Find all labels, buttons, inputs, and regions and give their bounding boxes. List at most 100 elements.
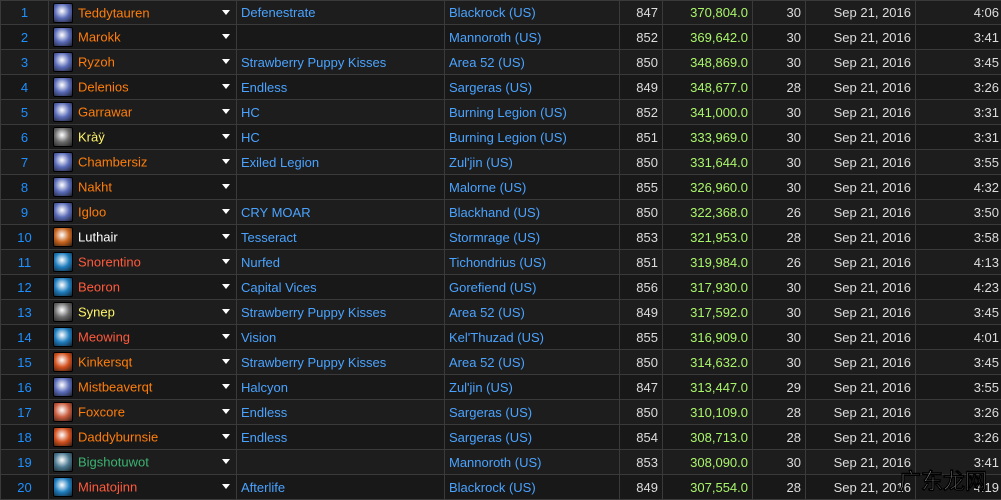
character-name-link[interactable]: Beoron	[78, 280, 120, 295]
chevron-down-icon[interactable]	[222, 59, 230, 64]
character-name-link[interactable]: Marokk	[78, 30, 121, 45]
guild-link[interactable]: Tesseract	[236, 224, 445, 250]
score-value: 319,984.0	[662, 249, 753, 275]
chevron-down-icon[interactable]	[222, 359, 230, 364]
character-name-link[interactable]: Luthair	[78, 230, 118, 245]
chevron-down-icon[interactable]	[222, 209, 230, 214]
level-value: 28	[752, 399, 806, 425]
guild-link[interactable]: Defenestrate	[236, 0, 445, 25]
character-name-link[interactable]: Delenios	[78, 80, 129, 95]
chevron-down-icon[interactable]	[222, 259, 230, 264]
guild-link[interactable]	[236, 449, 445, 475]
realm-link[interactable]: Area 52 (US)	[444, 299, 620, 325]
duration-value: 3:45	[915, 49, 1001, 75]
realm-link[interactable]: Sargeras (US)	[444, 399, 620, 425]
guild-link[interactable]: Exiled Legion	[236, 149, 445, 175]
chevron-down-icon[interactable]	[222, 284, 230, 289]
realm-link[interactable]: Zul'jin (US)	[444, 149, 620, 175]
chevron-down-icon[interactable]	[222, 84, 230, 89]
chevron-down-icon[interactable]	[222, 334, 230, 339]
guild-link[interactable]: HC	[236, 124, 445, 150]
character-cell: Nakht	[48, 174, 237, 200]
realm-link[interactable]: Area 52 (US)	[444, 49, 620, 75]
guild-link[interactable]: Afterlife	[236, 474, 445, 500]
character-name-link[interactable]: Meowing	[78, 330, 130, 345]
character-name-link[interactable]: Foxcore	[78, 405, 125, 420]
realm-link[interactable]: Blackrock (US)	[444, 474, 620, 500]
realm-link[interactable]: Malorne (US)	[444, 174, 620, 200]
realm-link[interactable]: Zul'jin (US)	[444, 374, 620, 400]
chevron-down-icon[interactable]	[222, 309, 230, 314]
character-name-link[interactable]: Garrawar	[78, 105, 132, 120]
realm-link[interactable]: Gorefiend (US)	[444, 274, 620, 300]
character-name-link[interactable]: Mistbeaverqt	[78, 380, 152, 395]
realm-link[interactable]: Stormrage (US)	[444, 224, 620, 250]
realm-link[interactable]: Sargeras (US)	[444, 424, 620, 450]
guild-link[interactable]: Strawberry Puppy Kisses	[236, 49, 445, 75]
guild-link[interactable]: CRY MOAR	[236, 199, 445, 225]
realm-link[interactable]: Sargeras (US)	[444, 74, 620, 100]
druid-icon	[53, 2, 73, 23]
realm-link[interactable]: Mannoroth (US)	[444, 24, 620, 50]
character-name-link[interactable]: Teddytauren	[78, 5, 150, 20]
character-name-link[interactable]: Kinkersqt	[78, 355, 132, 370]
character-name-link[interactable]: Kràÿ	[78, 130, 105, 145]
character-name-link[interactable]: Snorentino	[78, 255, 141, 270]
level-value: 30	[752, 24, 806, 50]
character-name-link[interactable]: Minatojinn	[78, 480, 137, 495]
rank-cell: 19	[0, 449, 49, 475]
level-value: 30	[752, 299, 806, 325]
guild-link[interactable]: Endless	[236, 74, 445, 100]
date-value: Sep 21, 2016	[805, 224, 916, 250]
realm-link[interactable]: Tichondrius (US)	[444, 249, 620, 275]
guild-link[interactable]	[236, 174, 445, 200]
realm-link[interactable]: Mannoroth (US)	[444, 449, 620, 475]
chevron-down-icon[interactable]	[222, 484, 230, 489]
level-value: 28	[752, 474, 806, 500]
chevron-down-icon[interactable]	[222, 109, 230, 114]
chevron-down-icon[interactable]	[222, 134, 230, 139]
duration-value: 3:31	[915, 99, 1001, 125]
chevron-down-icon[interactable]	[222, 459, 230, 464]
score-value: 310,109.0	[662, 399, 753, 425]
realm-link[interactable]: Blackhand (US)	[444, 199, 620, 225]
guild-link[interactable]: Halcyon	[236, 374, 445, 400]
level-value: 30	[752, 324, 806, 350]
character-name-link[interactable]: Synep	[78, 305, 115, 320]
score-value: 316,909.0	[662, 324, 753, 350]
chevron-down-icon[interactable]	[222, 34, 230, 39]
character-name-link[interactable]: Chambersiz	[78, 155, 147, 170]
realm-link[interactable]: Area 52 (US)	[444, 349, 620, 375]
character-name-link[interactable]: Igloo	[78, 205, 106, 220]
score-value: 314,632.0	[662, 349, 753, 375]
realm-link[interactable]: Burning Legion (US)	[444, 99, 620, 125]
chevron-down-icon[interactable]	[222, 384, 230, 389]
character-cell: Marokk	[48, 24, 237, 50]
guild-link[interactable]: Strawberry Puppy Kisses	[236, 299, 445, 325]
duration-value: 3:45	[915, 349, 1001, 375]
guild-link[interactable]: Strawberry Puppy Kisses	[236, 349, 445, 375]
guild-link[interactable]: Nurfed	[236, 249, 445, 275]
realm-link[interactable]: Blackrock (US)	[444, 0, 620, 25]
chevron-down-icon[interactable]	[222, 10, 230, 15]
character-name-link[interactable]: Bigshotuwot	[78, 455, 149, 470]
guild-link[interactable]: Endless	[236, 399, 445, 425]
character-name-link[interactable]: Nakht	[78, 180, 112, 195]
score-value: 313,447.0	[662, 374, 753, 400]
chevron-down-icon[interactable]	[222, 159, 230, 164]
guild-link[interactable]	[236, 24, 445, 50]
chevron-down-icon[interactable]	[222, 184, 230, 189]
table-row: 3 Ryzoh Strawberry Puppy Kisses Area 52 (US…	[0, 49, 1001, 75]
chevron-down-icon[interactable]	[222, 409, 230, 414]
character-name-link[interactable]: Ryzoh	[78, 55, 115, 70]
chevron-down-icon[interactable]	[222, 434, 230, 439]
character-name-link[interactable]: Daddyburnsie	[78, 430, 158, 445]
realm-link[interactable]: Burning Legion (US)	[444, 124, 620, 150]
guild-link[interactable]: Vision	[236, 324, 445, 350]
date-value: Sep 21, 2016	[805, 124, 916, 150]
realm-link[interactable]: Kel'Thuzad (US)	[444, 324, 620, 350]
chevron-down-icon[interactable]	[222, 234, 230, 239]
guild-link[interactable]: HC	[236, 99, 445, 125]
guild-link[interactable]: Endless	[236, 424, 445, 450]
guild-link[interactable]: Capital Vices	[236, 274, 445, 300]
